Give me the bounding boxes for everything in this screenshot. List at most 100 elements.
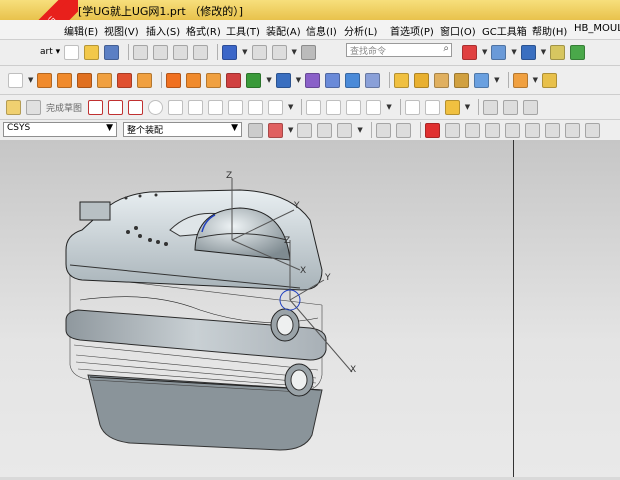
- menu-hb-mould[interactable]: HB_MOUL: [574, 23, 620, 34]
- menu-edit[interactable]: 编辑(E): [64, 23, 98, 38]
- make-corner-icon[interactable]: [346, 99, 362, 115]
- dimension-icon[interactable]: [404, 99, 420, 115]
- replace-face-icon[interactable]: [365, 72, 381, 88]
- axis-label-x: X: [300, 266, 306, 276]
- face-select-icon[interactable]: [395, 122, 411, 138]
- box-select-icon[interactable]: [337, 122, 353, 138]
- fillet-icon[interactable]: [168, 99, 184, 115]
- menu-assembly[interactable]: 装配(A): [266, 23, 301, 38]
- quick-extend-icon[interactable]: [326, 99, 342, 115]
- save-icon[interactable]: [104, 44, 120, 60]
- polygon-icon[interactable]: [228, 99, 244, 115]
- copy-icon[interactable]: [153, 44, 169, 60]
- shell-icon[interactable]: [206, 72, 222, 88]
- menu-info[interactable]: 信息(I): [306, 23, 337, 38]
- orient-view-icon[interactable]: [570, 44, 586, 60]
- finish-sketch-label[interactable]: 完成草图: [46, 101, 82, 114]
- point-on-curve-icon[interactable]: [584, 122, 600, 138]
- search-icon[interactable]: ⌕: [443, 43, 449, 54]
- endpoint-icon[interactable]: [444, 122, 460, 138]
- quadrant-icon[interactable]: [544, 122, 560, 138]
- component-icon[interactable]: [541, 72, 557, 88]
- graphics-window[interactable]: Z Y X Z Y X: [0, 140, 620, 477]
- constraint-icon[interactable]: [424, 99, 440, 115]
- control-point-icon[interactable]: [484, 122, 500, 138]
- command-finder-icon[interactable]: [300, 44, 316, 60]
- surface-icon[interactable]: [474, 72, 490, 88]
- offset-curve-icon[interactable]: [366, 99, 382, 115]
- select-icon[interactable]: [317, 122, 333, 138]
- auto-constraint-icon[interactable]: [444, 99, 460, 115]
- cut-icon[interactable]: [133, 44, 149, 60]
- menu-preferences[interactable]: 首选项(P): [390, 23, 434, 38]
- delete-icon[interactable]: [193, 44, 209, 60]
- midpoint-icon[interactable]: [464, 122, 480, 138]
- offset-face-icon[interactable]: [345, 72, 361, 88]
- quick-trim-icon[interactable]: [306, 99, 322, 115]
- boss-icon[interactable]: [117, 72, 133, 88]
- assembly-scope-select[interactable]: 整个装配 ▼: [123, 122, 242, 137]
- line-icon[interactable]: [108, 99, 124, 115]
- redo-icon[interactable]: [251, 44, 267, 60]
- spline-icon[interactable]: [268, 99, 284, 115]
- trim-body-icon[interactable]: [275, 72, 291, 88]
- intersection-icon[interactable]: [504, 122, 520, 138]
- menu-format[interactable]: 格式(R): [186, 23, 221, 38]
- general-selection-icon[interactable]: [248, 122, 263, 138]
- edge-blend-icon[interactable]: [305, 72, 321, 88]
- point-icon[interactable]: [248, 99, 264, 115]
- arc-center-icon[interactable]: [524, 122, 540, 138]
- revolve-icon[interactable]: [57, 72, 73, 88]
- sew-icon[interactable]: [394, 72, 410, 88]
- menu-analysis[interactable]: 分析(L): [344, 23, 377, 38]
- draft-icon[interactable]: [226, 72, 242, 88]
- convert-reference-icon[interactable]: [523, 99, 539, 115]
- menu-insert[interactable]: 插入(S): [146, 23, 180, 38]
- chamfer-icon[interactable]: [325, 72, 341, 88]
- menu-tools[interactable]: 工具(T): [226, 23, 260, 38]
- arc-icon[interactable]: [128, 99, 144, 115]
- render-style-icon[interactable]: [491, 44, 507, 60]
- open-folder-icon[interactable]: [84, 44, 100, 60]
- extrude-icon[interactable]: [37, 72, 53, 88]
- relations-icon[interactable]: [503, 99, 519, 115]
- swept-icon[interactable]: [454, 72, 470, 88]
- solid-select-icon[interactable]: [375, 122, 391, 138]
- chevron-down-icon: ▼: [106, 123, 113, 133]
- select-all-icon[interactable]: [268, 122, 283, 138]
- thicken-icon[interactable]: [414, 72, 430, 88]
- block-icon[interactable]: [77, 72, 93, 88]
- sketch-icon[interactable]: [8, 72, 23, 88]
- repeat-command-icon[interactable]: [271, 44, 287, 60]
- datum-plane-icon[interactable]: [246, 72, 262, 88]
- profile-icon[interactable]: [88, 99, 104, 115]
- layer-icon[interactable]: [550, 44, 566, 60]
- undo-icon[interactable]: [222, 44, 238, 60]
- existing-point-icon[interactable]: [564, 122, 580, 138]
- assembly-icon[interactable]: [512, 72, 528, 88]
- hole-icon[interactable]: [97, 72, 113, 88]
- menu-window[interactable]: 窗口(O): [440, 23, 476, 38]
- chamfer-sketch-icon[interactable]: [188, 99, 204, 115]
- rectangle-icon[interactable]: [208, 99, 224, 115]
- start-button[interactable]: art ▾: [40, 47, 60, 57]
- finish-sketch-icon[interactable]: [26, 99, 41, 115]
- pattern-icon[interactable]: [166, 72, 182, 88]
- csys-filter-select[interactable]: CSYS ▼: [3, 122, 117, 137]
- show-constraints-icon[interactable]: [483, 99, 499, 115]
- circle-icon[interactable]: [148, 99, 164, 115]
- paste-icon[interactable]: [173, 44, 189, 60]
- menu-help[interactable]: 帮助(H): [532, 23, 567, 38]
- menu-gc-toolbox[interactable]: GC工具箱: [482, 23, 527, 38]
- mirror-icon[interactable]: [186, 72, 202, 88]
- new-file-icon[interactable]: [64, 44, 80, 60]
- command-search-input[interactable]: 查找命令 ⌕: [346, 43, 452, 57]
- unite-icon[interactable]: [137, 72, 153, 88]
- fit-view-icon[interactable]: [462, 44, 477, 60]
- menu-view[interactable]: 视图(V): [104, 23, 139, 38]
- snap-icon[interactable]: [297, 122, 313, 138]
- sketch-task-icon[interactable]: [6, 99, 21, 115]
- snap-point-icon[interactable]: [424, 122, 440, 138]
- shaded-view-icon[interactable]: [520, 44, 536, 60]
- through-curves-icon[interactable]: [434, 72, 450, 88]
